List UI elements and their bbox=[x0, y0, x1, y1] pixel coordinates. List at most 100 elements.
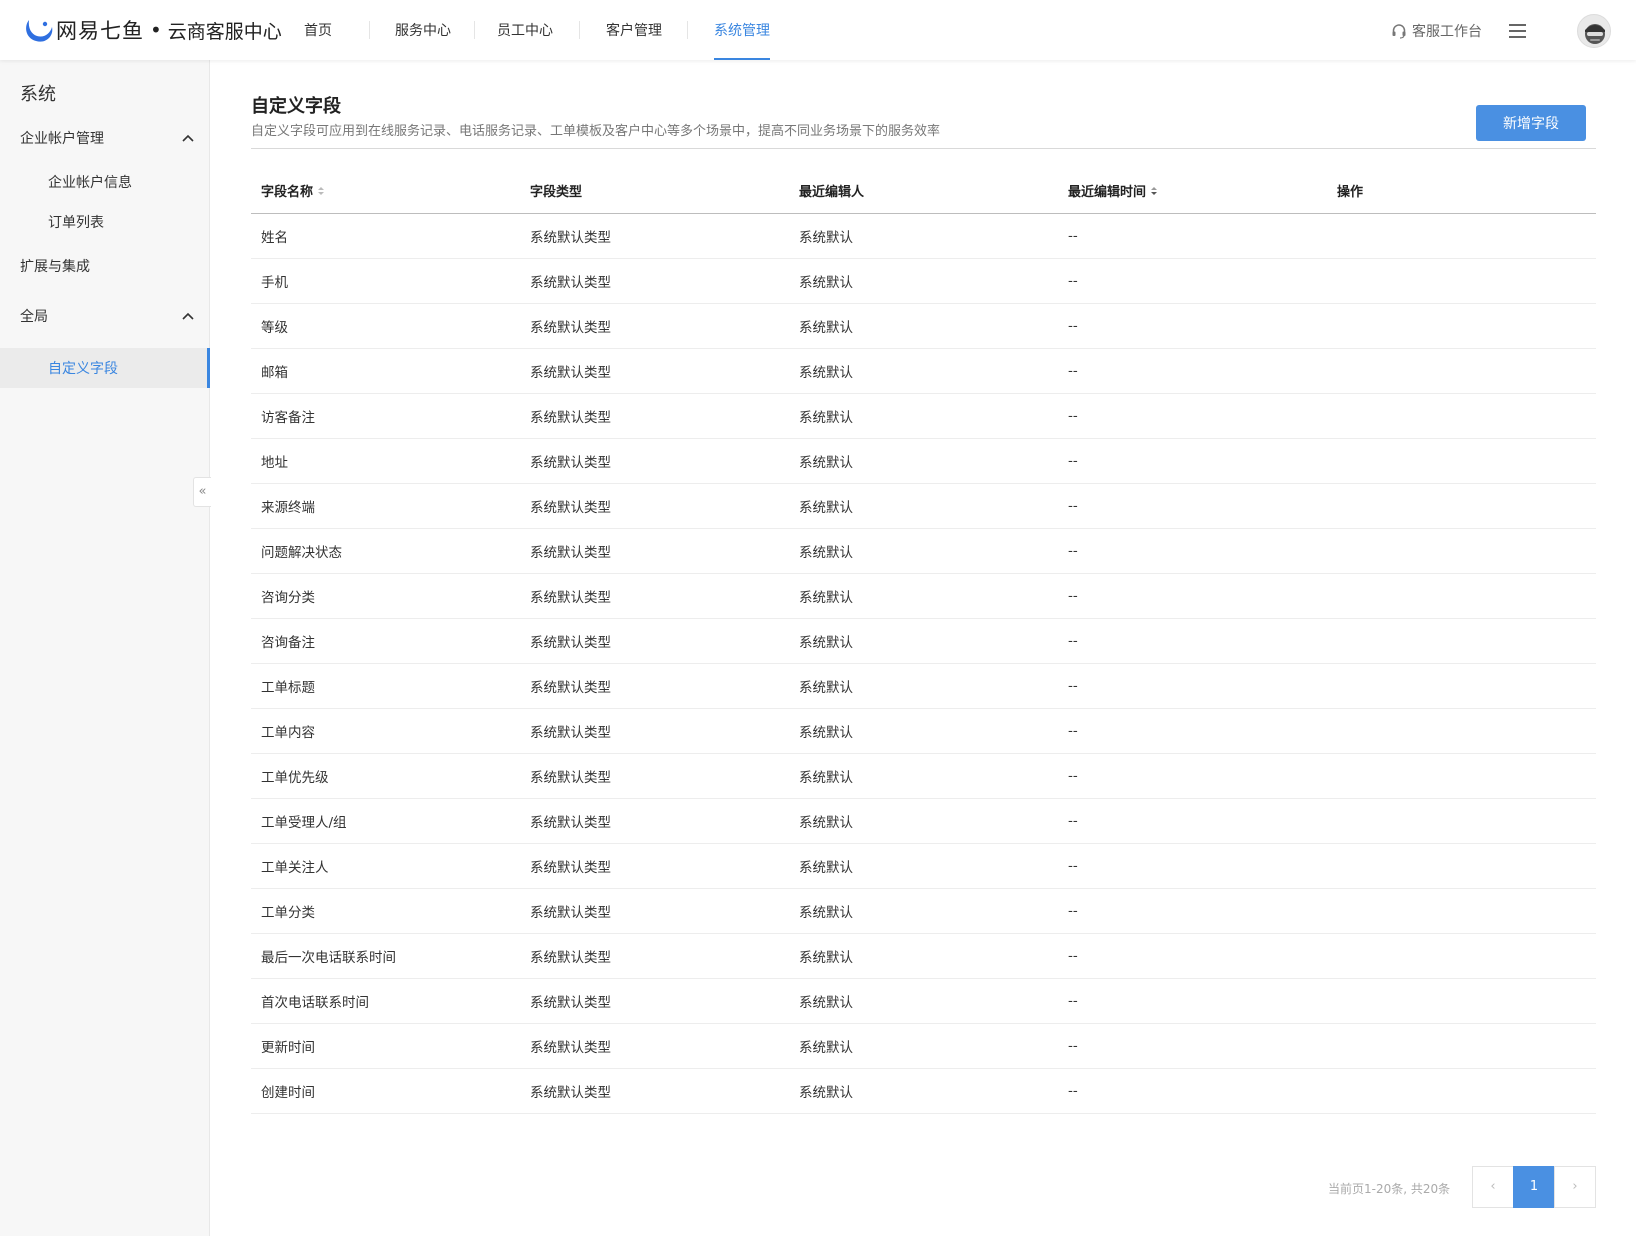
table-row: 最后一次电话联系时间 系统默认类型 系统默认 -- bbox=[251, 934, 1596, 979]
cell-field-type: 系统默认类型 bbox=[530, 995, 611, 1011]
main-nav: 首页 服务中心 员工中心 客户管理 系统管理 bbox=[290, 0, 770, 60]
cell-field-name: 工单分类 bbox=[261, 905, 315, 921]
sidebar-item-custom-fields[interactable]: 自定义字段 bbox=[0, 348, 210, 388]
cell-last-edit-time: -- bbox=[1068, 1083, 1078, 1099]
sidebar: 系统 企业帐户管理 企业帐户信息 订单列表 扩展与集成 全局 自定义字段 « bbox=[0, 60, 211, 1236]
table-row: 工单受理人/组 系统默认类型 系统默认 -- bbox=[251, 799, 1596, 844]
collapse-sidebar-icon[interactable]: « bbox=[193, 477, 211, 507]
main-content: 自定义字段 自定义字段可应用到在线服务记录、电话服务记录、工单模板及客户中心等多… bbox=[211, 60, 1636, 1236]
cell-last-edit-time: -- bbox=[1068, 903, 1078, 919]
cell-last-edit-time: -- bbox=[1068, 453, 1078, 469]
sidebar-group-label: 全局 bbox=[20, 309, 48, 325]
cell-last-edit-time: -- bbox=[1068, 678, 1078, 694]
prev-page-button[interactable]: ‹ bbox=[1472, 1166, 1514, 1208]
table-row: 首次电话联系时间 系统默认类型 系统默认 -- bbox=[251, 979, 1596, 1024]
cell-last-edit-time: -- bbox=[1068, 408, 1078, 424]
cell-last-editor: 系统默认 bbox=[799, 545, 853, 561]
nav-divider bbox=[579, 21, 580, 39]
page-description: 自定义字段可应用到在线服务记录、电话服务记录、工单模板及客户中心等多个场景中，提… bbox=[251, 124, 941, 139]
cell-last-editor: 系统默认 bbox=[799, 455, 853, 471]
fish-logo-icon bbox=[26, 20, 53, 42]
cell-last-edit-time: -- bbox=[1068, 363, 1078, 379]
nav-customer-management[interactable]: 客户管理 bbox=[606, 0, 662, 60]
nav-divider bbox=[474, 21, 475, 39]
cell-last-edit-time: -- bbox=[1068, 723, 1078, 739]
column-header-field-name[interactable]: 字段名称 bbox=[251, 181, 520, 200]
cell-last-edit-time: -- bbox=[1068, 1038, 1078, 1054]
cell-field-name: 最后一次电话联系时间 bbox=[261, 950, 396, 966]
table-row: 工单关注人 系统默认类型 系统默认 -- bbox=[251, 844, 1596, 889]
cell-field-name: 地址 bbox=[261, 455, 288, 471]
table-row: 地址 系统默认类型 系统默认 -- bbox=[251, 439, 1596, 484]
cell-field-type: 系统默认类型 bbox=[530, 500, 611, 516]
page-number-button[interactable]: 1 bbox=[1513, 1166, 1555, 1208]
cell-field-type: 系统默认类型 bbox=[530, 455, 611, 471]
table-row: 问题解决状态 系统默认类型 系统默认 -- bbox=[251, 529, 1596, 574]
cell-field-type: 系统默认类型 bbox=[530, 815, 611, 831]
logo[interactable]: 网易七鱼 • 云商客服中心 bbox=[24, 16, 282, 44]
cell-last-edit-time: -- bbox=[1068, 948, 1078, 964]
sidebar-group-label: 扩展与集成 bbox=[20, 259, 90, 275]
table-row: 姓名 系统默认类型 系统默认 -- bbox=[251, 214, 1596, 259]
cell-field-type: 系统默认类型 bbox=[530, 905, 611, 921]
cell-field-type: 系统默认类型 bbox=[530, 545, 611, 561]
sidebar-item-enterprise-info[interactable]: 企业帐户信息 bbox=[0, 162, 209, 202]
next-page-button[interactable]: › bbox=[1554, 1166, 1596, 1208]
cell-last-editor: 系统默认 bbox=[799, 905, 853, 921]
cell-last-editor: 系统默认 bbox=[799, 500, 853, 516]
cell-last-edit-time: -- bbox=[1068, 273, 1078, 289]
avatar-image-icon bbox=[1585, 24, 1605, 44]
cell-field-type: 系统默认类型 bbox=[530, 770, 611, 786]
sort-icon[interactable] bbox=[1150, 185, 1158, 197]
nav-service-center[interactable]: 服务中心 bbox=[395, 0, 451, 60]
cell-field-name: 邮箱 bbox=[261, 365, 288, 381]
sidebar-group-global[interactable]: 全局 bbox=[0, 296, 209, 336]
nav-divider bbox=[687, 21, 688, 39]
table-row: 工单分类 系统默认类型 系统默认 -- bbox=[251, 889, 1596, 934]
table-row: 咨询备注 系统默认类型 系统默认 -- bbox=[251, 619, 1596, 664]
cell-field-name: 工单受理人/组 bbox=[261, 815, 347, 831]
column-header-last-editor: 最近编辑人 bbox=[799, 185, 865, 200]
cell-field-type: 系统默认类型 bbox=[530, 860, 611, 876]
sidebar-group-extensions[interactable]: 扩展与集成 bbox=[0, 246, 209, 286]
nav-system-management[interactable]: 系统管理 bbox=[714, 0, 770, 60]
table-row: 工单优先级 系统默认类型 系统默认 -- bbox=[251, 754, 1596, 799]
cell-last-edit-time: -- bbox=[1068, 993, 1078, 1009]
user-avatar[interactable] bbox=[1577, 14, 1611, 48]
cell-field-type: 系统默认类型 bbox=[530, 950, 611, 966]
cell-last-editor: 系统默认 bbox=[799, 635, 853, 651]
cell-field-name: 来源终端 bbox=[261, 500, 315, 516]
workbench-label: 客服工作台 bbox=[1412, 24, 1482, 40]
sort-icon[interactable] bbox=[317, 185, 325, 197]
sidebar-item-order-list[interactable]: 订单列表 bbox=[0, 202, 209, 242]
column-header-last-edit-time[interactable]: 最近编辑时间 bbox=[1058, 181, 1327, 200]
cell-last-edit-time: -- bbox=[1068, 858, 1078, 874]
table-row: 创建时间 系统默认类型 系统默认 -- bbox=[251, 1069, 1596, 1114]
table-row: 工单标题 系统默认类型 系统默认 -- bbox=[251, 664, 1596, 709]
cell-last-editor: 系统默认 bbox=[799, 1040, 853, 1056]
pagination: ‹ 1 › bbox=[1472, 1166, 1596, 1208]
column-label: 字段名称 bbox=[261, 185, 314, 200]
cell-last-editor: 系统默认 bbox=[799, 230, 853, 246]
cell-last-editor: 系统默认 bbox=[799, 680, 853, 696]
nav-staff-center[interactable]: 员工中心 bbox=[497, 0, 553, 60]
cell-field-name: 创建时间 bbox=[261, 1085, 315, 1101]
cell-field-name: 工单内容 bbox=[261, 725, 315, 741]
sidebar-group-enterprise-account[interactable]: 企业帐户管理 bbox=[0, 118, 209, 158]
cell-field-type: 系统默认类型 bbox=[530, 590, 611, 606]
top-bar: 网易七鱼 • 云商客服中心 首页 服务中心 员工中心 客户管理 系统管理 客服工… bbox=[0, 0, 1636, 60]
divider bbox=[251, 148, 1596, 149]
chevron-up-icon bbox=[182, 134, 194, 142]
cell-field-name: 首次电话联系时间 bbox=[261, 995, 369, 1011]
table-row: 邮箱 系统默认类型 系统默认 -- bbox=[251, 349, 1596, 394]
agent-workbench-link[interactable]: 客服工作台 bbox=[1391, 21, 1482, 41]
cell-field-name: 咨询备注 bbox=[261, 635, 315, 651]
sidebar-title: 系统 bbox=[20, 84, 56, 105]
cell-last-editor: 系统默认 bbox=[799, 815, 853, 831]
table-row: 工单内容 系统默认类型 系统默认 -- bbox=[251, 709, 1596, 754]
nav-home[interactable]: 首页 bbox=[304, 0, 332, 60]
cell-last-editor: 系统默认 bbox=[799, 1085, 853, 1101]
cell-field-name: 更新时间 bbox=[261, 1040, 315, 1056]
add-field-button[interactable]: 新增字段 bbox=[1476, 105, 1586, 141]
hamburger-menu-icon[interactable] bbox=[1508, 22, 1528, 40]
